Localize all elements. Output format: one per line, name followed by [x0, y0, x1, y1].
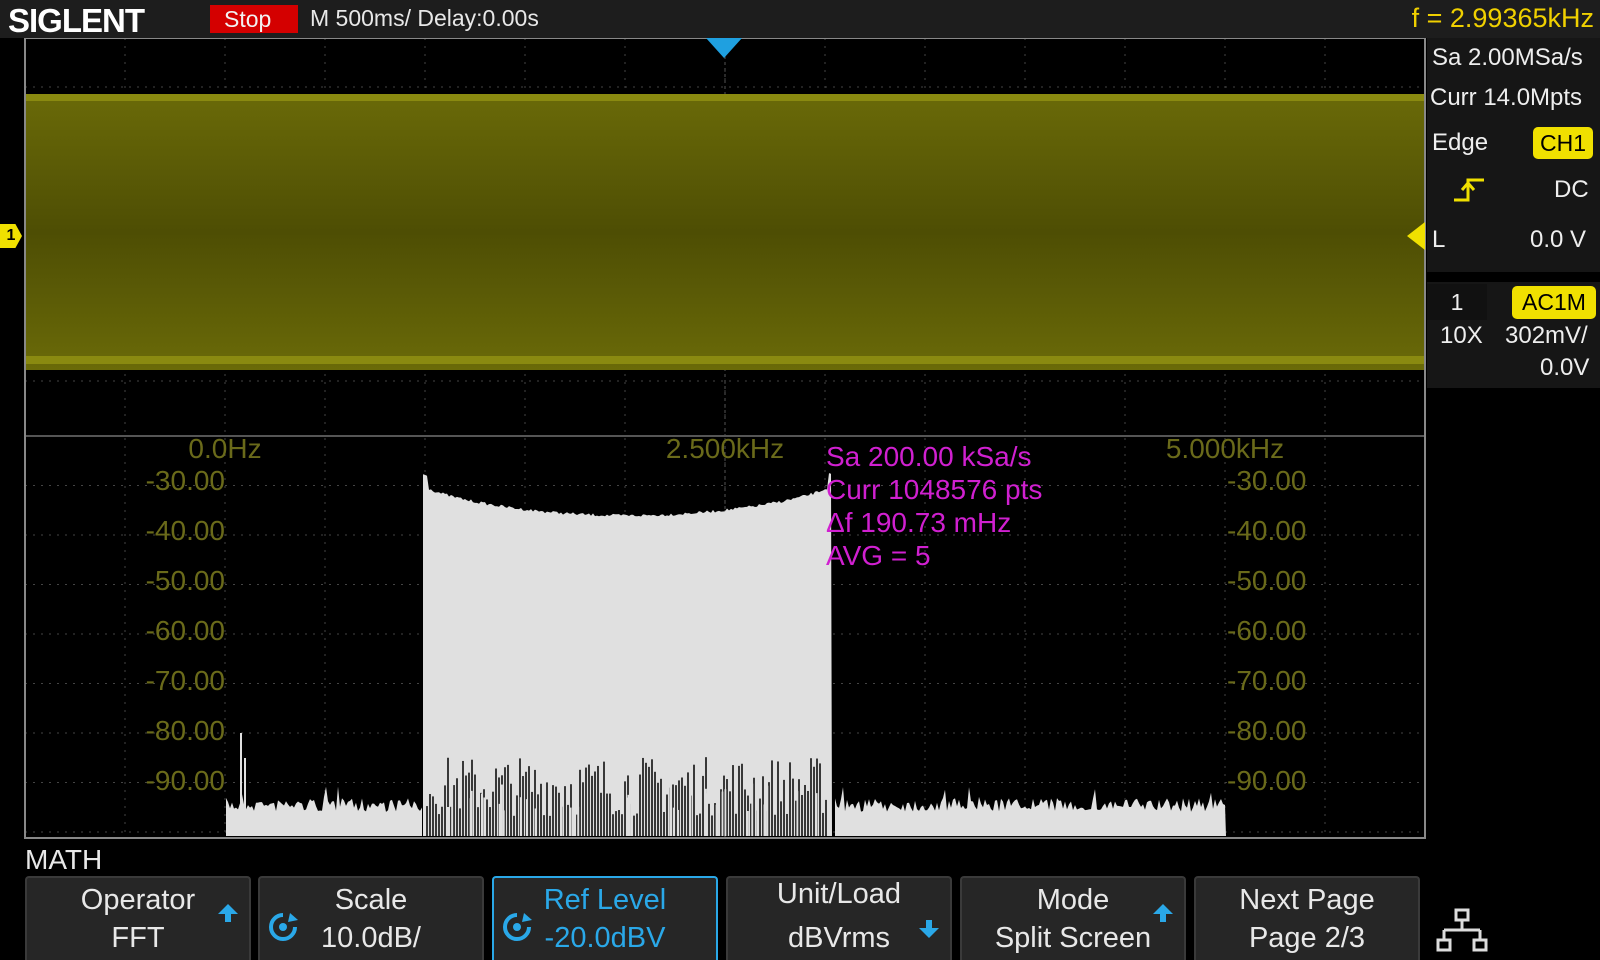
panel-divider [1427, 272, 1600, 282]
fft-frequency-label: 0.0Hz [188, 433, 261, 464]
fft-db-label-right: -30.00 [1227, 465, 1306, 496]
channel-coupling-badge[interactable]: AC1M [1512, 286, 1596, 319]
up-arrow-icon [218, 904, 238, 922]
waveform-graticule[interactable]: 0.0Hz 2.500kHz 5.000kHz-30.00 -30.00-40.00-… [0, 37, 1427, 840]
mode-label: Mode [1036, 884, 1110, 916]
fft-resolution: Δf 190.73 mHz [826, 507, 1012, 538]
fft-db-label-left: -80.00 [146, 715, 225, 746]
scale-value: 10.0dB/ [321, 922, 421, 954]
fft-db-label-left: -50.00 [146, 565, 225, 596]
fft-db-label-right: -40.00 [1227, 515, 1306, 546]
operator-softkey[interactable]: Operator FFT [25, 876, 251, 960]
mode-value: Split Screen [994, 922, 1152, 954]
sample-rate-readout: Sa 2.00MSa/s [1432, 44, 1583, 71]
operator-value: FFT [111, 922, 165, 954]
next-page-label: Next Page [1239, 884, 1375, 916]
ch1-waveform-top-edge [25, 94, 1425, 101]
ref-level-value: -20.0dBV [544, 922, 666, 954]
unit-load-value: dBVrms [787, 922, 891, 954]
status-bar: SIGLENT Stop M 500ms/ Delay:0.00s f = 2.… [0, 0, 1600, 39]
ref-level-label: Ref Level [543, 884, 667, 916]
scale-label: Scale [334, 884, 408, 916]
fft-info: Sa 200.00 kSa/s Curr 1048576 pts Δf 190.… [826, 440, 1042, 572]
fft-db-label-right: -70.00 [1227, 665, 1306, 696]
operator-label: Operator [80, 884, 196, 916]
trigger-source-badge[interactable]: CH1 [1533, 127, 1593, 159]
down-arrow-icon [919, 920, 939, 938]
trigger-rising-edge-icon [1454, 178, 1484, 202]
next-page-softkey[interactable]: Next Page Page 2/3 [1194, 876, 1420, 960]
run-stop-indicator[interactable]: Stop [210, 5, 298, 33]
trigger-level-label: L [1432, 226, 1446, 253]
fft-average: AVG = 5 [826, 540, 931, 571]
waveform-display[interactable]: 0.0Hz 2.500kHz 5.000kHz -30.00 -30.00 -40.00-… [0, 37, 1427, 840]
fft-db-label-left: -70.00 [146, 665, 225, 696]
vertical-offset[interactable]: 0.0V [1540, 354, 1589, 382]
fft-db-label-left: -90.00 [146, 765, 225, 796]
fft-sample-rate: Sa 200.00 kSa/s [826, 441, 1032, 472]
fft-noise-floor [226, 786, 422, 836]
vertical-scale[interactable]: 302mV/ [1505, 322, 1588, 350]
fft-frequency-label: 2.500kHz [666, 433, 784, 464]
trigger-level-value[interactable]: 0.0 V [1530, 226, 1586, 254]
memory-depth-readout: Curr 14.0Mpts [1430, 84, 1583, 111]
fft-db-label-left: -30.00 [146, 465, 225, 496]
fft-db-label-right: -50.00 [1227, 565, 1306, 596]
ch1-waveform-bottom-edge [25, 356, 1425, 364]
ch1-waveform [25, 94, 1425, 370]
fft-db-label-left: -40.00 [146, 515, 225, 546]
trigger-coupling[interactable]: DC [1554, 176, 1589, 204]
trigger-type[interactable]: Edge [1432, 129, 1488, 157]
unit-load-label: Unit/Load [776, 878, 902, 910]
timebase-readout[interactable]: M 500ms/ Delay:0.00s [310, 5, 539, 32]
fft-db-label-right: -60.00 [1227, 615, 1306, 646]
fft-db-label-right: -90.00 [1227, 765, 1306, 796]
page-indicator: Page 2/3 [1248, 922, 1366, 954]
channel-number[interactable]: 1 [1427, 284, 1487, 320]
probe-attenuation: 10X [1440, 322, 1483, 349]
fft-spectrum-trace [226, 473, 1226, 836]
ref-level-softkey[interactable]: Ref Level -20.0dBV [492, 876, 718, 960]
fft-db-label-right: -80.00 [1227, 715, 1306, 746]
fft-frequency-label: 5.000kHz [1166, 433, 1284, 464]
unit-load-softkey[interactable]: Unit/Load dBVrms [726, 876, 952, 960]
fft-db-label-left: -60.00 [146, 615, 225, 646]
frequency-counter: f = 2.99365kHz [1411, 3, 1594, 33]
softkey-bar: Operator FFT Scale 10.0dB/ Ref Level -20… [0, 876, 1600, 960]
up-arrow-icon [1153, 904, 1173, 922]
fft-noise-floor [835, 787, 1226, 836]
fft-points: Curr 1048576 pts [826, 474, 1043, 505]
menu-title: MATH [25, 844, 103, 875]
network-icon [1436, 908, 1488, 952]
mode-softkey[interactable]: Mode Split Screen [960, 876, 1186, 960]
scale-softkey[interactable]: Scale 10.0dB/ [258, 876, 484, 960]
brand-logo: SIGLENT [8, 2, 145, 39]
